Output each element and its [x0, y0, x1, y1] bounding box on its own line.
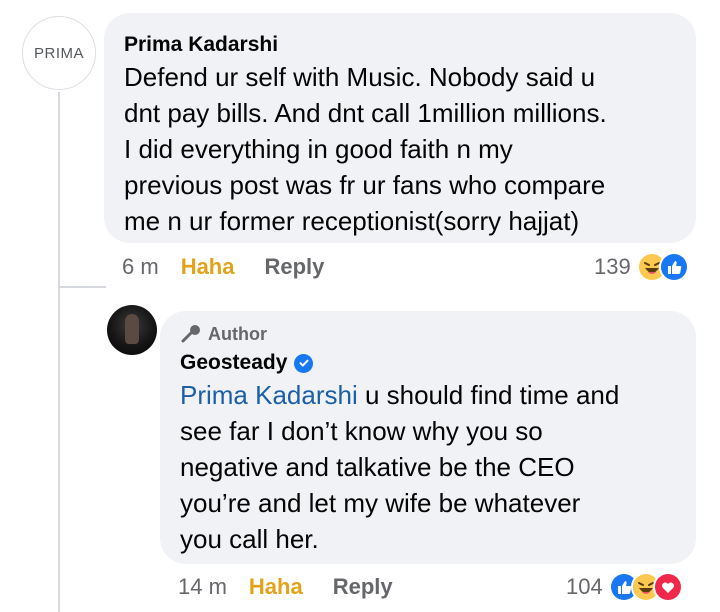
comment-text: Defend ur self with Music. Nobody said u… [124, 59, 696, 239]
thread-line-branch [58, 286, 106, 288]
avatar-logo-text: PRIMA [33, 44, 84, 62]
reply-line: you’re and let my wife be whatever [180, 488, 581, 518]
microphone-icon [181, 325, 200, 343]
comment-timestamp[interactable]: 6 m [122, 254, 159, 280]
avatar-geosteady[interactable] [107, 305, 157, 355]
verified-badge-icon [294, 353, 314, 373]
reply-actions: 14 m Haha Reply [178, 574, 393, 600]
comment-reaction-count: 139 [594, 254, 631, 279]
comment-line: Defend ur self with Music. Nobody said u [124, 62, 596, 92]
comment-reactions[interactable]: 139 [594, 252, 689, 282]
love-icon [652, 572, 683, 602]
avatar-prima-kadarshi[interactable]: PRIMA [22, 16, 96, 90]
comment-line: I did everything in good faith n my [124, 134, 513, 164]
reply-line: negative and talkative be the CEO [180, 452, 575, 482]
reply-line: see far I don’t know why you so [180, 416, 543, 446]
mention-link[interactable]: Prima Kadarshi [180, 380, 358, 410]
comment-line: dnt pay bills. And dnt call 1million mil… [124, 98, 607, 128]
reply-reply-button[interactable]: Reply [333, 574, 393, 600]
author-badge: Author [180, 321, 696, 347]
comment-bubble: Prima Kadarshi Defend ur self with Music… [104, 13, 696, 243]
reply-line: you call her. [180, 524, 319, 554]
reply-author-name[interactable]: Geosteady [180, 349, 287, 377]
reply-text: Prima Kadarshi u should find time and se… [180, 377, 696, 557]
reply-line: Prima Kadarshi u should find time and [180, 377, 696, 413]
comment-actions: 6 m Haha Reply [122, 254, 324, 280]
reply-line-text: u should find time and [357, 380, 620, 410]
reply-reaction-count: 104 [566, 574, 603, 599]
thread-line-vertical [58, 92, 60, 612]
avatar-photo [125, 314, 139, 344]
comment-line: previous post was fr ur fans who compare [124, 170, 606, 200]
comment-haha-button[interactable]: Haha [181, 254, 235, 280]
reply-haha-button[interactable]: Haha [249, 574, 303, 600]
comment-author-name[interactable]: Prima Kadarshi [124, 31, 696, 59]
comment-line: me n ur former receptionist(sorry hajjat… [124, 206, 580, 236]
reply-bubble: Author Geosteady Prima Kadarshi u should… [160, 311, 696, 564]
reply-reactions[interactable]: 104 [566, 572, 683, 602]
comment-reply-button[interactable]: Reply [264, 254, 324, 280]
like-icon [658, 252, 689, 282]
reply-author-row: Geosteady [180, 349, 696, 377]
author-badge-label: Author [208, 323, 267, 344]
reply-timestamp[interactable]: 14 m [178, 574, 227, 600]
